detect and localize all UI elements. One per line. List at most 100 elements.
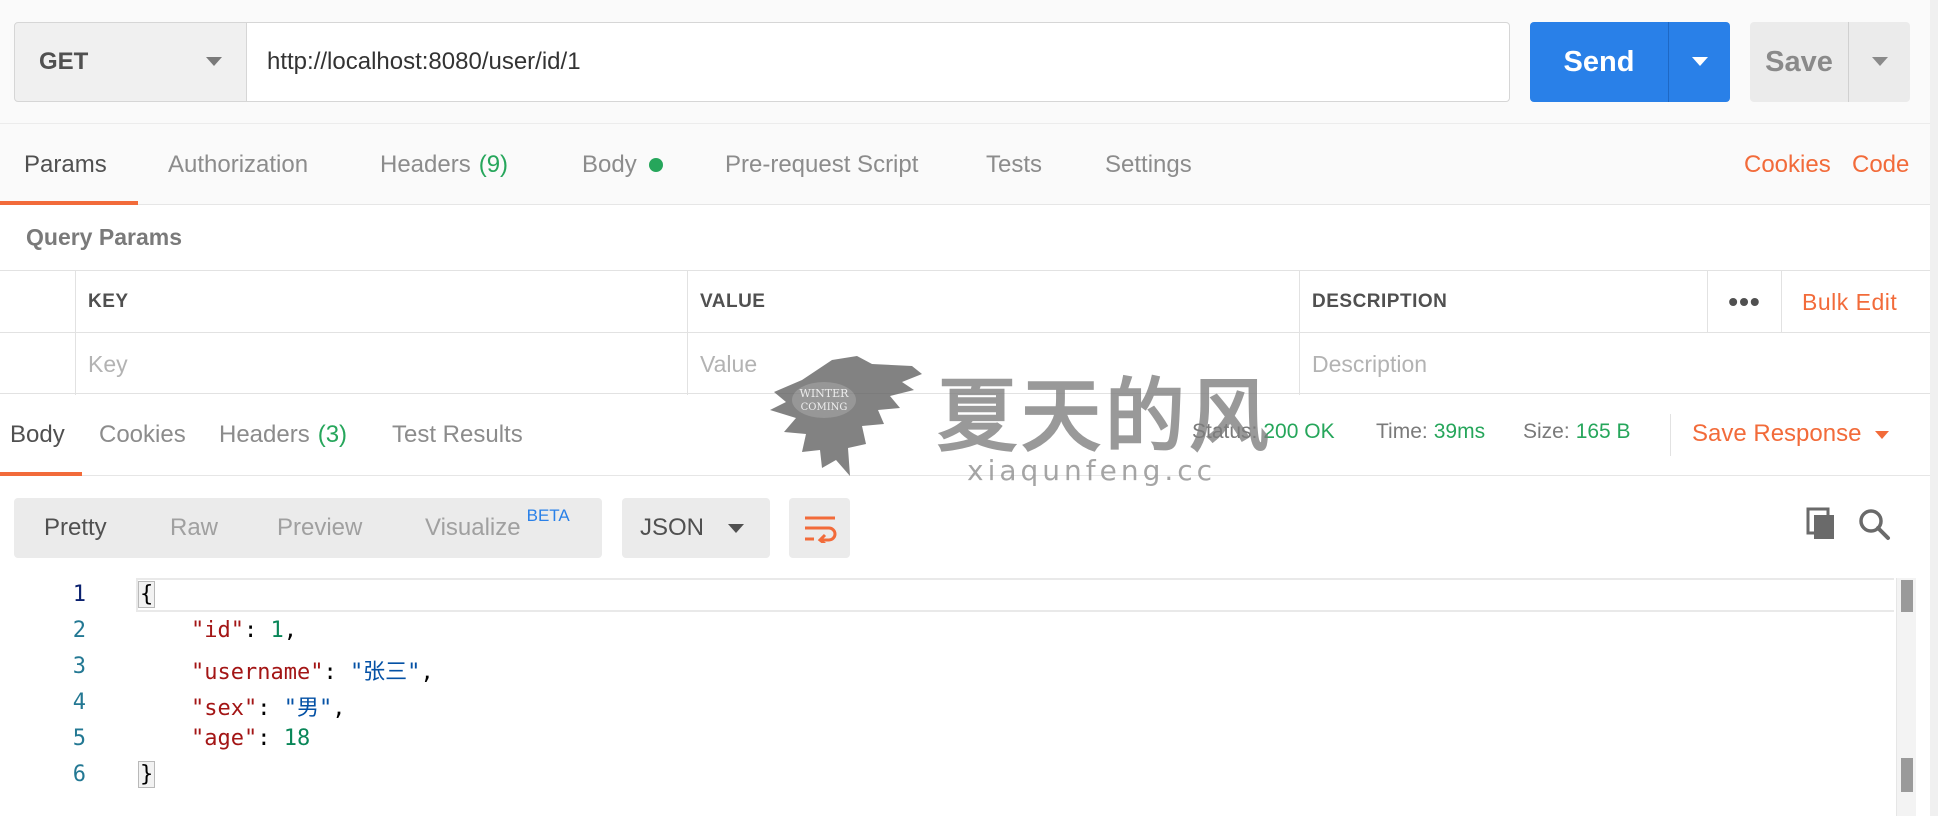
size-info: Size: 165 B [1523,420,1631,444]
response-view-toggle: Pretty Raw Preview Visualize BETA [14,498,602,558]
code-line: 4 "sex": "男", [14,690,1894,726]
view-preview[interactable]: Preview [277,498,362,558]
tab-pre-request-script[interactable]: Pre-request Script [725,124,918,205]
tab-params[interactable]: Params [0,124,138,205]
view-raw-label: Raw [170,514,219,541]
tab-settings[interactable]: Settings [1105,124,1192,205]
save-options-button[interactable] [1848,22,1910,102]
method-select[interactable]: GET [14,22,247,102]
url-input[interactable]: http://localhost:8080/user/id/1 [247,22,1510,102]
key-input[interactable]: Key [75,333,687,395]
wrap-lines-icon [804,516,836,543]
scrollbar-thumb[interactable] [1901,758,1913,792]
tab-response-cookies[interactable]: Cookies [99,394,186,476]
tab-tests[interactable]: Tests [986,124,1042,205]
query-params-title: Query Params [26,224,182,250]
json-comma: , [332,696,346,721]
table-header-row: KEY VALUE DESCRIPTION ••• Bulk Edit [0,271,1930,333]
description-placeholder: Description [1312,350,1428,377]
tab-body[interactable]: Body [582,124,663,205]
view-raw[interactable]: Raw [170,498,218,558]
tab-authorization-label: Authorization [168,150,309,178]
watermark: WINTER COMING 夏天的风 xiaqunfeng.cc [762,352,1282,487]
chevron-down-icon [1692,57,1708,66]
column-header-key-label: KEY [88,291,129,312]
description-input[interactable]: Description [1299,333,1930,395]
more-icon: ••• [1728,286,1761,317]
json-key: "age" [190,726,258,751]
view-pretty-label: Pretty [44,514,107,541]
emblem-text: WINTER [800,387,850,400]
response-body-editor[interactable]: 1 { 2 "id": 1, 3 "username": "张三", 4 "se… [14,578,1916,816]
column-header-key: KEY [75,271,687,333]
active-tab-indicator [0,472,82,476]
key-placeholder: Key [88,350,128,377]
view-pretty[interactable]: Pretty [44,498,107,558]
send-options-button[interactable] [1668,22,1730,102]
json-value: "男" [283,696,333,721]
code-link-label: Code [1852,150,1910,178]
value-placeholder: Value [700,350,758,377]
code-line: 2 "id": 1, [14,618,1894,654]
divider [1670,414,1671,456]
chevron-down-icon [1875,430,1890,439]
copy-button[interactable] [1804,506,1840,542]
json-key: "id" [190,618,244,643]
open-brace: { [138,581,156,608]
bulk-edit-label: Bulk Edit [1802,288,1898,315]
tab-response-body[interactable]: Body [0,394,82,476]
request-bar: GET http://localhost:8080/user/id/1 Send… [0,0,1930,124]
tab-settings-label: Settings [1105,150,1192,178]
tab-authorization[interactable]: Authorization [168,124,308,205]
json-comma: , [283,618,297,643]
method-label: GET [39,48,89,75]
line-number: 6 [72,762,86,787]
tab-response-body-label: Body [10,421,65,448]
json-key: "username" [190,660,324,685]
code-line: 5 "age": 18 [14,726,1894,762]
chevron-down-icon [1872,57,1888,66]
wrap-lines-button[interactable] [789,498,850,558]
line-number: 1 [72,582,86,607]
format-select[interactable]: JSON [622,498,770,558]
beta-badge: BETA [526,506,570,525]
vertical-scrollbar[interactable] [1896,578,1916,816]
send-button[interactable]: Send [1530,22,1730,102]
json-value: 1 [270,618,284,643]
column-header-description-label: DESCRIPTION [1312,291,1448,312]
cookies-link-label: Cookies [1744,150,1831,178]
time-value: 39ms [1433,420,1486,443]
view-visualize[interactable]: Visualize BETA [425,498,570,558]
save-response-label: Save Response [1692,420,1862,447]
chevron-down-icon [728,524,744,533]
scrollbar-thumb[interactable] [1901,580,1913,612]
tab-headers-label: Headers [380,150,471,178]
view-visualize-label: Visualize [425,514,521,541]
close-brace: } [138,761,156,788]
window-edge [1930,0,1938,816]
tab-tests-label: Tests [986,150,1043,178]
url-text: http://localhost:8080/user/id/1 [267,48,581,75]
save-response-button[interactable]: Save Response [1692,420,1890,448]
bulk-edit-link[interactable]: Bulk Edit [1781,271,1930,333]
active-tab-indicator [0,201,138,205]
tab-response-headers[interactable]: Headers (3) [219,394,347,476]
request-tabs: Params Authorization Headers (9) Body Pr… [0,124,1930,205]
code-link[interactable]: Code [1852,124,1909,205]
postman-window: GET http://localhost:8080/user/id/1 Send… [0,0,1938,816]
search-icon [1859,509,1890,540]
tab-pre-request-label: Pre-request Script [725,150,919,178]
search-button[interactable] [1856,506,1892,542]
tab-test-results[interactable]: Test Results [392,394,523,476]
tab-headers[interactable]: Headers (9) [380,124,508,205]
tab-response-cookies-label: Cookies [99,421,186,448]
save-button[interactable]: Save [1750,22,1910,102]
size-value: 165 B [1575,420,1631,443]
emblem-text: COMING [801,402,848,413]
checkbox-column-header [0,271,76,333]
code-line: 1 { [14,581,1894,618]
more-options-button[interactable]: ••• [1707,271,1781,333]
view-preview-label: Preview [277,514,363,541]
cookies-link[interactable]: Cookies [1744,124,1831,205]
column-header-value: VALUE [687,271,1299,333]
